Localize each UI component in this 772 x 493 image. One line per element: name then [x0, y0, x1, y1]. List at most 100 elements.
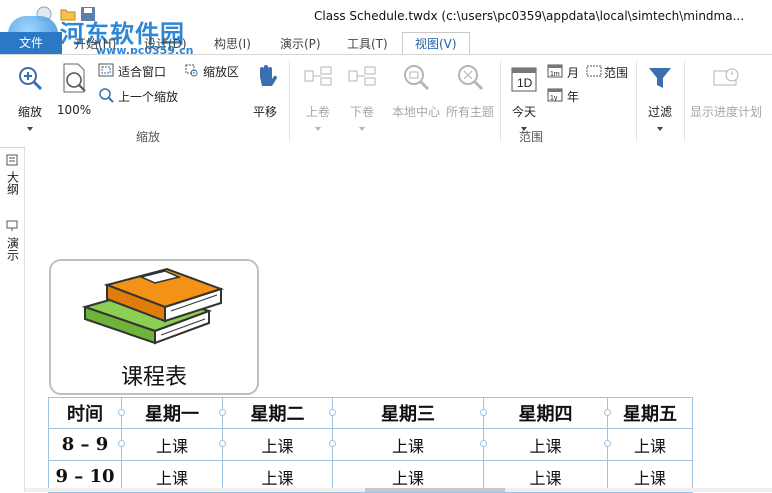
show-progress-plan-button[interactable]: 显示进度计划 — [688, 61, 764, 121]
table-cell-time[interactable]: 8 – 9 — [48, 428, 122, 461]
zoom-icon — [19, 67, 43, 91]
column-header: 星期四 — [483, 397, 608, 429]
all-topics-icon — [458, 65, 484, 91]
tab-present[interactable]: 演示(P) — [280, 35, 321, 52]
table-header-row: 时间 星期一 星期二 星期三 星期四 星期五 — [48, 397, 693, 429]
schedule-table: 时间 星期一 星期二 星期三 星期四 星期五 8 – 9 上课 上课 上课 上课… — [48, 397, 693, 493]
zoom-area-button[interactable]: 缩放区 — [185, 61, 245, 79]
ribbon-separator — [684, 61, 685, 141]
ribbon: 缩放 100% 适合窗口 缩放区 上一个缩放 平移 缩放 上卷 下卷 本地中心 … — [0, 54, 772, 148]
column-resize-handle[interactable] — [118, 409, 125, 416]
column-header: 星期二 — [222, 397, 333, 429]
ribbon-separator — [289, 61, 290, 141]
column-resize-handle[interactable] — [219, 409, 226, 416]
fit-window-icon — [98, 63, 114, 77]
tab-view[interactable]: 视图(V) — [402, 32, 470, 55]
table-cell[interactable]: 上课 — [483, 428, 608, 461]
month-label: 月 — [567, 66, 580, 80]
prev-zoom-icon — [99, 88, 114, 103]
chevron-down-icon — [657, 127, 663, 131]
sidebar-tab-outline[interactable]: 大纲 — [4, 154, 20, 195]
all-topics-button[interactable]: 所有主题 — [444, 61, 496, 121]
prev-scroll-label: 上卷 — [305, 105, 330, 119]
year-label: 年 — [567, 90, 580, 104]
month-icon-text: 1m — [550, 71, 560, 78]
column-header: 星期三 — [332, 397, 484, 429]
local-center-button[interactable]: 本地中心 — [390, 61, 442, 121]
sidebar-tab-present[interactable]: 演示 — [4, 220, 20, 261]
zoom-group-label: 缩放 — [136, 130, 161, 144]
chevron-down-icon — [359, 127, 365, 131]
next-scroll-icon — [348, 66, 376, 86]
filter-button[interactable]: 过滤 — [642, 61, 678, 133]
calendar-day-icon: 1D — [511, 67, 537, 92]
local-center-label: 本地中心 — [391, 105, 440, 119]
chevron-down-icon — [315, 127, 321, 131]
prev-zoom-label: 上一个缩放 — [118, 90, 179, 104]
hand-icon — [260, 65, 278, 86]
tab-ideas[interactable]: 构思(I) — [214, 35, 251, 52]
sidebar-outline-label: 大纲 — [5, 171, 20, 195]
tab-file[interactable]: 文件 — [0, 32, 62, 54]
progress-plan-icon — [713, 68, 739, 86]
tab-design[interactable]: 设计(D) — [144, 35, 187, 52]
column-resize-handle[interactable] — [118, 440, 125, 447]
year-button[interactable]: 1y 年 — [547, 87, 583, 105]
table-cell[interactable]: 上课 — [607, 428, 693, 461]
next-scroll-button[interactable]: 下卷 — [342, 61, 382, 133]
present-icon — [6, 220, 18, 231]
table-cell[interactable]: 上课 — [121, 428, 223, 461]
outline-icon — [6, 154, 18, 166]
topic-title: 课程表 — [120, 365, 187, 390]
map-canvas[interactable]: 课程表 时间 星期一 星期二 星期三 星期四 星期五 8 – 9 上课 上课 上… — [25, 147, 772, 493]
books-icon — [81, 267, 225, 345]
scrollbar-thumb[interactable] — [365, 488, 505, 492]
window-title: Class Schedule.twdx (c:\users\pc0359\app… — [314, 9, 745, 23]
column-header: 时间 — [48, 397, 122, 429]
prev-scroll-icon — [304, 66, 332, 86]
zoom-area-label: 缩放区 — [203, 65, 240, 79]
table-cell[interactable]: 上课 — [332, 428, 484, 461]
zoom-100-button[interactable]: 100% — [55, 61, 93, 121]
column-resize-handle[interactable] — [604, 440, 611, 447]
range-group-label: 范围 — [519, 130, 544, 144]
today-icon-text: 1D — [517, 76, 533, 90]
table-row: 8 – 9 上课 上课 上课 上课 上课 — [48, 428, 693, 461]
page-100-icon — [63, 63, 86, 93]
central-topic[interactable]: 课程表 — [49, 259, 259, 395]
tab-start[interactable]: 开始(H) — [74, 35, 116, 52]
column-header: 星期五 — [607, 397, 693, 429]
column-header: 星期一 — [121, 397, 223, 429]
column-resize-handle[interactable] — [219, 440, 226, 447]
chevron-down-icon — [27, 127, 33, 131]
ribbon-separator — [500, 61, 501, 141]
tab-tools[interactable]: 工具(T) — [347, 35, 388, 52]
today-button[interactable]: 1D 今天 — [506, 61, 542, 133]
column-resize-handle[interactable] — [329, 409, 336, 416]
column-resize-handle[interactable] — [480, 409, 487, 416]
column-resize-handle[interactable] — [329, 440, 336, 447]
pan-button[interactable]: 平移 — [248, 61, 282, 121]
month-button[interactable]: 1m 月 — [547, 63, 583, 81]
table-cell[interactable]: 上课 — [222, 428, 333, 461]
prev-scroll-button[interactable]: 上卷 — [298, 61, 338, 133]
pan-label: 平移 — [252, 105, 277, 119]
zoom-button[interactable]: 缩放 — [12, 61, 48, 133]
prev-zoom-button[interactable]: 上一个缩放 — [98, 85, 188, 104]
ribbon-separator — [636, 61, 637, 141]
next-scroll-label: 下卷 — [349, 105, 374, 119]
side-panel-tabs: 大纲 演示 — [0, 146, 25, 492]
today-label: 今天 — [511, 105, 536, 119]
range-button[interactable]: 范围 — [586, 63, 632, 81]
all-topics-label: 所有主题 — [445, 105, 494, 119]
column-resize-handle[interactable] — [480, 440, 487, 447]
zoom-area-icon — [185, 64, 198, 77]
filter-icon — [649, 68, 671, 88]
horizontal-scrollbar[interactable] — [25, 488, 772, 492]
calendar-month-icon: 1m — [547, 64, 563, 78]
range-label: 范围 — [604, 66, 629, 80]
filter-label: 过滤 — [647, 105, 672, 119]
sidebar-present-label: 演示 — [5, 237, 20, 261]
ribbon-tabs: 文件 开始(H) 设计(D) 构思(I) 演示(P) 工具(T) 视图(V) — [0, 32, 772, 55]
column-resize-handle[interactable] — [604, 409, 611, 416]
